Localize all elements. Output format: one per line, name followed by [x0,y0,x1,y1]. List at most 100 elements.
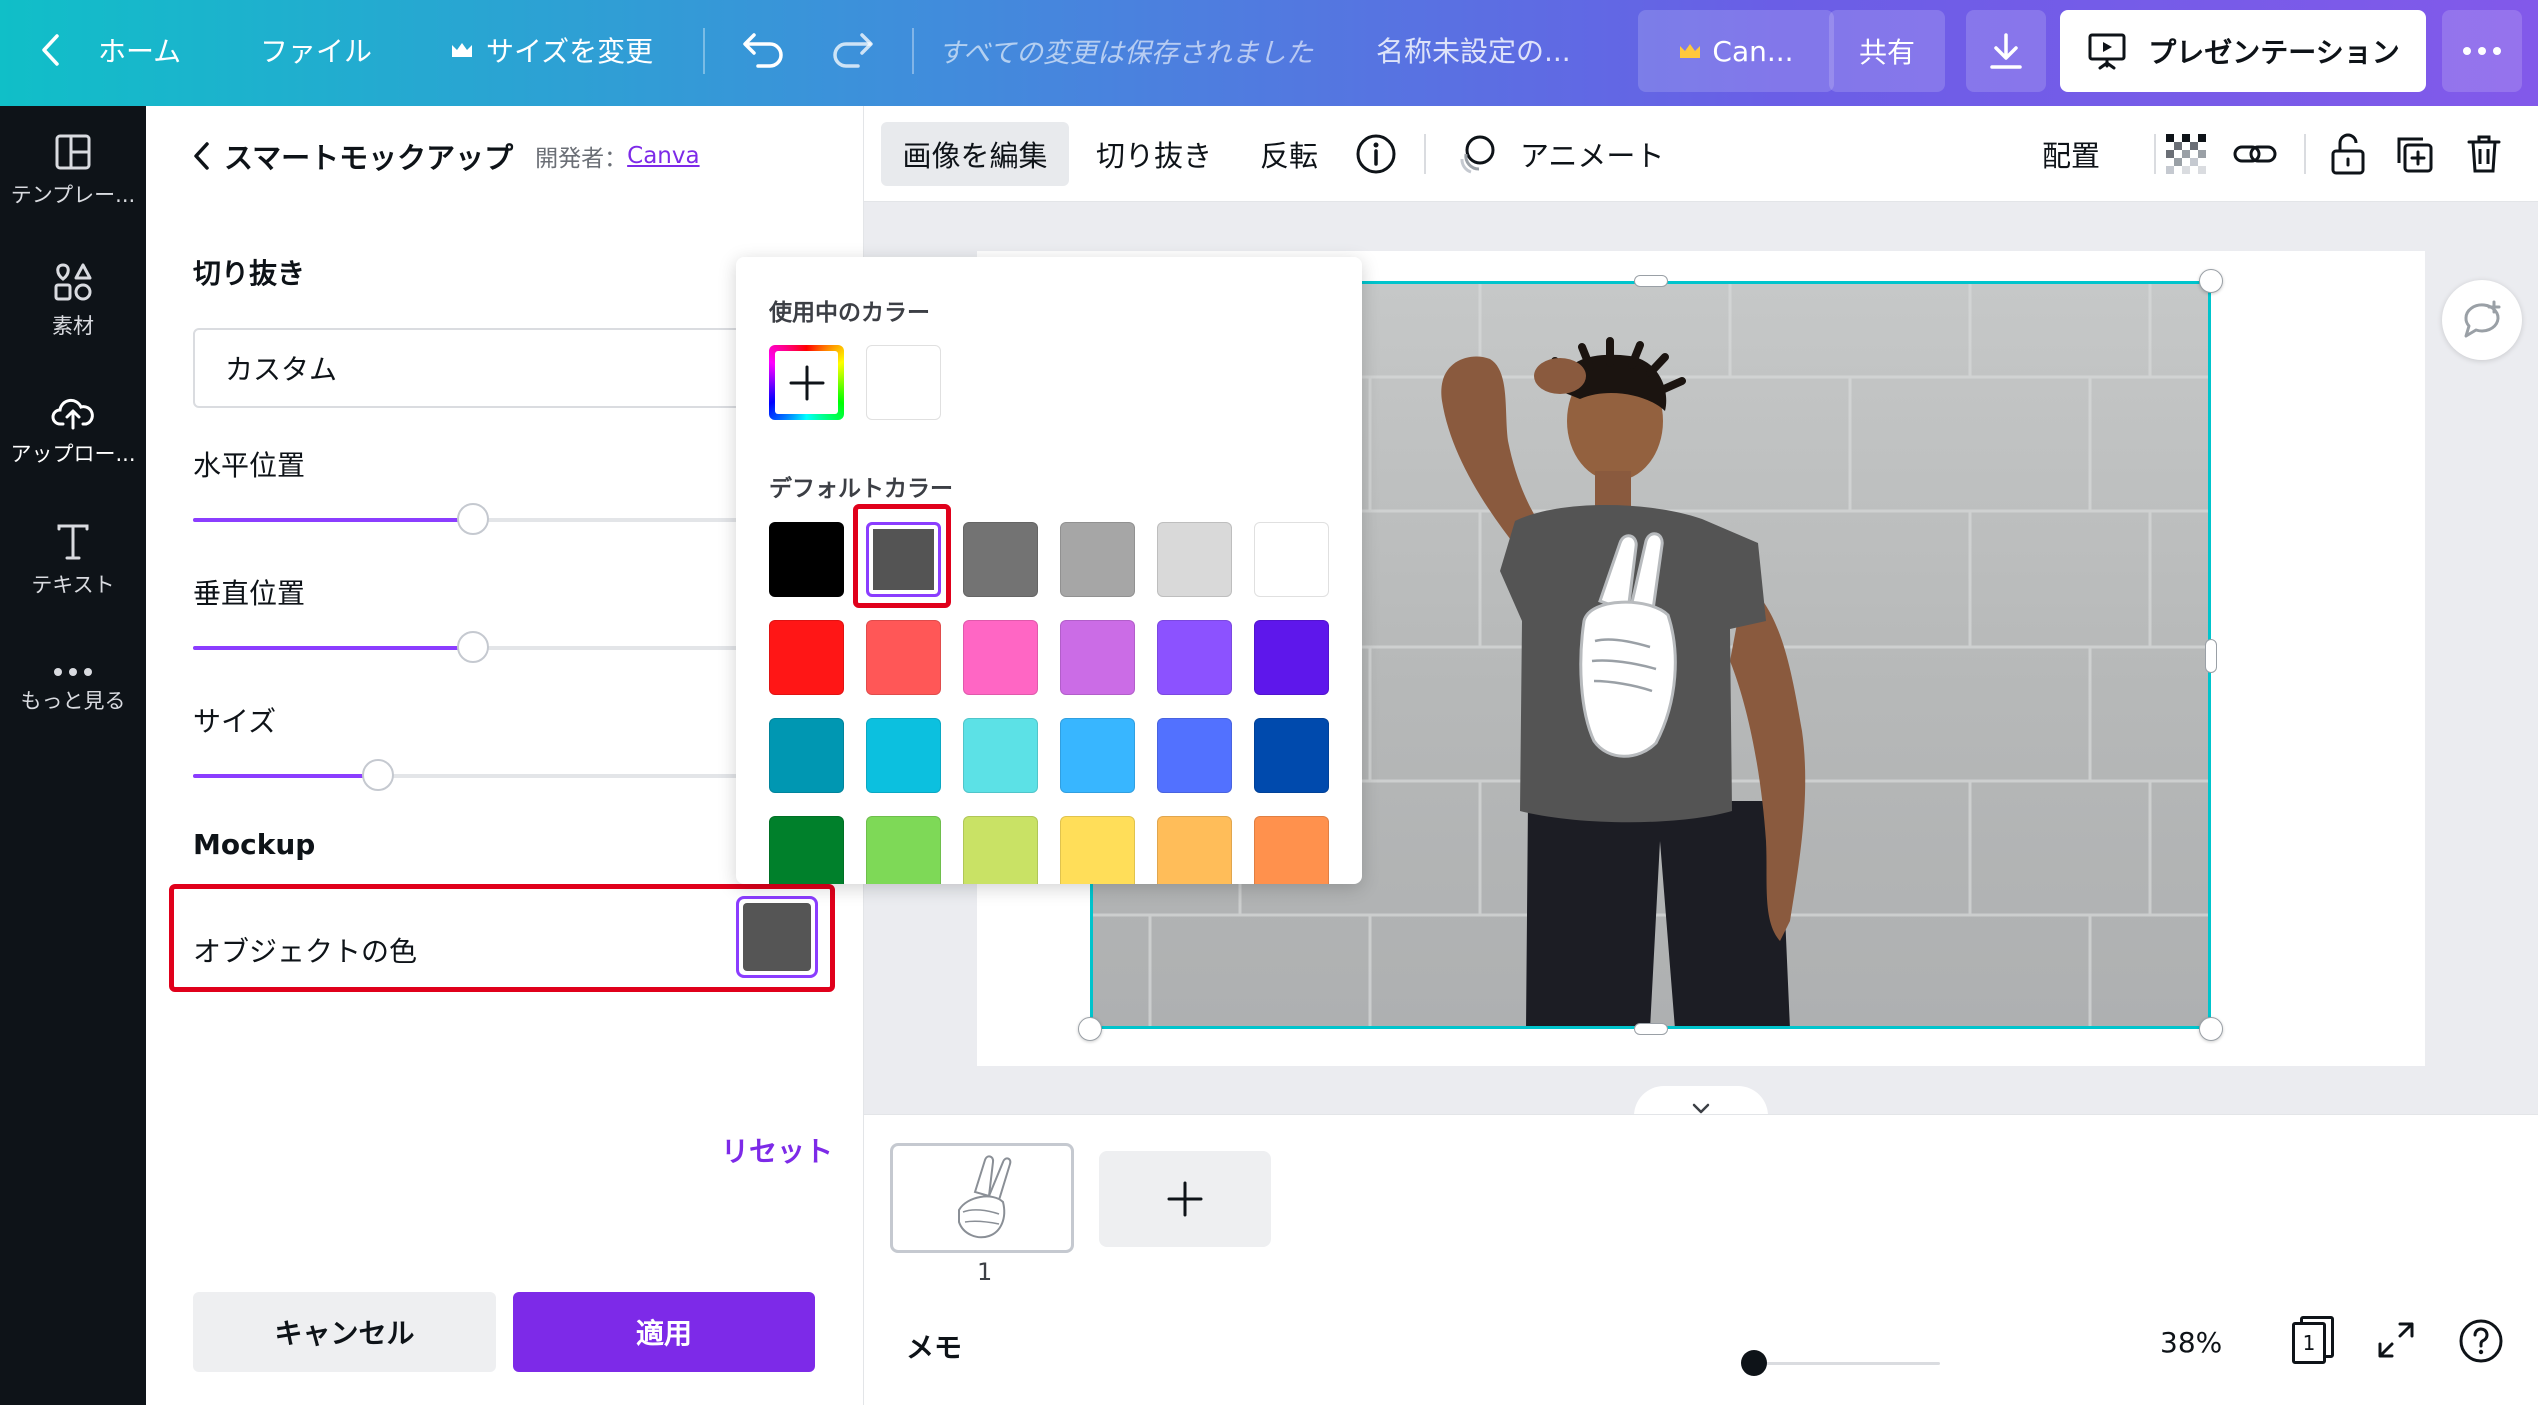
zoom-level[interactable]: 38% [2160,1326,2222,1359]
cancel-button[interactable]: キャンセル [193,1292,496,1372]
flip-button[interactable]: 反転 [1260,122,1318,186]
color-swatch[interactable] [769,816,844,884]
panel-title: スマートモックアップ [224,141,514,175]
color-swatch[interactable] [1254,620,1329,695]
fullscreen-button[interactable] [2374,1318,2418,1366]
color-swatch[interactable] [1157,620,1232,695]
rail-item-elements[interactable]: 素材 [0,236,146,366]
color-swatch[interactable] [1157,522,1232,597]
home-label: ホーム [98,35,182,68]
color-swatch[interactable] [963,816,1038,884]
developer-link[interactable]: Canva [627,143,699,169]
more-options-button[interactable] [2442,10,2522,92]
color-swatch[interactable] [963,718,1038,793]
color-swatch[interactable] [1254,816,1329,884]
redo-button[interactable] [830,0,878,100]
color-swatch[interactable] [963,522,1038,597]
color-swatch[interactable] [1254,718,1329,793]
reset-button[interactable]: リセット [721,1130,833,1170]
help-button[interactable] [2458,1318,2504,1368]
color-swatch[interactable] [1157,816,1232,884]
resize-handle-top[interactable] [1634,275,1668,287]
vertical-position-slider[interactable] [193,631,753,663]
add-comment-button[interactable] [2442,280,2522,360]
horizontal-position-slider[interactable] [193,503,753,535]
present-button[interactable]: プレゼンテーション [2060,10,2426,92]
position-button[interactable]: 配置 [2042,122,2100,186]
color-swatch[interactable] [1060,522,1135,597]
canva-pro-button[interactable]: Can... [1638,10,1834,92]
more-horizontal-icon [2463,47,2501,55]
color-swatch[interactable] [769,522,844,597]
resize-handle-bottom[interactable] [1634,1023,1668,1035]
lock-button[interactable] [2330,122,2366,186]
rail-item-uploads[interactable]: アップロー... [0,366,146,496]
color-swatch[interactable] [866,816,941,884]
collapse-pages-button[interactable] [1634,1086,1768,1116]
rail-label-elements: 素材 [52,314,94,338]
resize-handle-bottom-left[interactable] [1078,1017,1102,1041]
toolbar-divider-2 [2154,134,2156,174]
slider-handle[interactable] [1740,1350,1767,1376]
in-use-swatch[interactable] [866,345,941,420]
more-horizontal-icon [54,668,92,676]
color-swatch[interactable] [1157,718,1232,793]
link-button[interactable] [2232,122,2278,186]
transparency-button[interactable] [2166,122,2206,186]
download-button[interactable] [1966,10,2046,92]
color-swatch[interactable] [769,620,844,695]
apply-button[interactable]: 適用 [513,1292,815,1372]
notes-button[interactable]: メモ [906,1326,962,1366]
crop-select-value: カスタム [225,353,338,386]
topbar-divider-2 [912,28,914,74]
crop-button[interactable]: 切り抜き [1096,122,1212,186]
position-label: 配置 [2042,139,2101,173]
page-number: 1 [977,1258,993,1286]
zoom-slider[interactable] [1740,1350,1940,1376]
info-button[interactable] [1354,122,1398,186]
share-button[interactable]: 共有 [1829,10,1945,92]
undo-button[interactable] [738,0,786,100]
rail-label-templates: テンプレー... [10,183,136,207]
add-color-button[interactable] [769,345,844,420]
color-swatch[interactable] [1254,522,1329,597]
presentation-icon [2088,33,2126,70]
color-swatch[interactable] [1060,816,1135,884]
slider-handle[interactable] [457,503,489,535]
slider-handle[interactable] [457,631,489,663]
file-menu-button[interactable]: ファイル [260,0,372,100]
resize-handle-right[interactable] [2205,639,2217,673]
color-picker-popup: 使用中のカラー デフォルトカラー [736,257,1362,884]
delete-button[interactable] [2466,122,2502,186]
edit-image-button[interactable]: 画像を編集 [881,122,1069,186]
resize-handle-top-right[interactable] [2199,269,2223,293]
page-thumbnail[interactable] [890,1143,1074,1253]
document-title[interactable]: 名称未設定の... [1376,0,1571,100]
vertical-position-label: 垂直位置 [193,577,306,610]
cancel-label: キャンセル [274,1317,415,1350]
object-color-button[interactable] [736,896,818,978]
download-icon [1990,33,2022,69]
resize-button[interactable]: サイズを変更 [450,0,653,100]
duplicate-button[interactable] [2394,122,2434,186]
color-swatch-selected[interactable] [866,522,941,597]
rail-item-text[interactable]: テキスト [0,496,146,626]
size-slider[interactable] [193,759,753,791]
page-count-button[interactable]: 1 [2292,1316,2336,1366]
color-swatch[interactable] [1060,620,1135,695]
color-swatch[interactable] [866,718,941,793]
color-swatch[interactable] [866,620,941,695]
color-swatch[interactable] [769,718,844,793]
resize-handle-bottom-right[interactable] [2199,1017,2223,1041]
rail-label-more: もっと見る [20,689,126,713]
add-page-button[interactable] [1099,1151,1271,1247]
color-swatch[interactable] [963,620,1038,695]
rail-item-templates[interactable]: テンプレー... [0,106,146,236]
back-button[interactable]: スマートモックアップ [192,135,513,177]
flip-label: 反転 [1260,139,1319,173]
slider-handle[interactable] [361,759,394,791]
animate-button[interactable]: アニメート [1454,122,1664,186]
home-button[interactable]: ホーム [40,0,181,100]
color-swatch[interactable] [1060,718,1135,793]
rail-item-more[interactable]: もっと見る [0,626,146,756]
